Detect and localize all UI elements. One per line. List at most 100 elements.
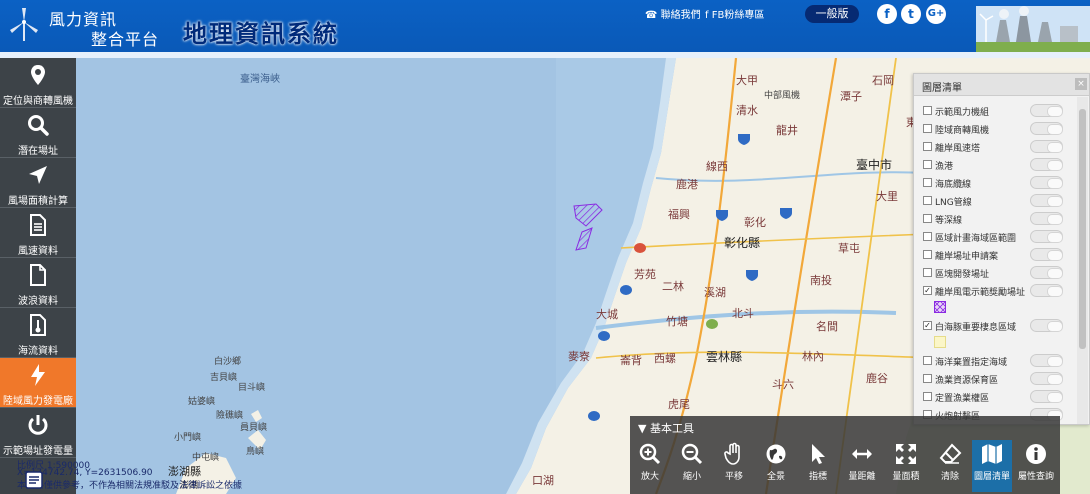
basic-toolbar: ▼ 基本工具 放大 縮小 平移 全景 指標 量距離 量面積 清除 圖層清單 屬性… <box>630 416 1060 494</box>
layer-opacity-toggle[interactable] <box>1030 212 1063 225</box>
layer-checkbox[interactable] <box>923 124 932 133</box>
layer-checkbox[interactable] <box>923 160 932 169</box>
layer-checkbox[interactable] <box>923 196 932 205</box>
layer-checkbox[interactable] <box>923 356 932 365</box>
layer-checkbox[interactable] <box>923 106 932 115</box>
layer-item[interactable]: ✓ 離岸風電示範獎勵場址 <box>914 283 1074 301</box>
layer-opacity-toggle[interactable] <box>1030 194 1063 207</box>
layer-item[interactable]: 等深線 <box>914 211 1074 229</box>
pointer-button[interactable]: 指標 <box>798 440 838 492</box>
search-icon <box>28 115 49 136</box>
measure-area-button[interactable]: 量面積 <box>886 440 926 492</box>
zoom-out-icon <box>681 443 703 465</box>
thermometer-file-icon <box>30 314 46 336</box>
fb-link-label: FB粉絲專區 <box>711 10 765 21</box>
layer-item[interactable]: 海洋棄置指定海域 <box>914 353 1074 371</box>
layer-opacity-toggle[interactable] <box>1030 230 1063 243</box>
arrow-icon <box>29 166 47 184</box>
attribute-query-button[interactable]: 屬性查詢 <box>1016 440 1056 492</box>
scrollbar-thumb[interactable] <box>1079 109 1086 349</box>
hand-icon <box>724 442 740 465</box>
sidebar-item-wind-speed[interactable]: 風速資料 <box>0 208 76 258</box>
full-extent-button[interactable]: 全景 <box>756 440 796 492</box>
layer-name: 白海豚重要棲息區域 <box>935 323 1017 333</box>
google-plus-button[interactable]: G+ <box>926 4 946 24</box>
layer-item[interactable]: 離岸場址申請案 <box>914 247 1074 265</box>
sidebar-item-area-calc[interactable]: 風場面積計算 <box>0 158 76 208</box>
sidebar-item-current[interactable]: 海流資料 <box>0 308 76 358</box>
mode-button[interactable]: 一般版 <box>805 5 859 23</box>
layer-opacity-toggle[interactable] <box>1030 372 1063 385</box>
sidebar-item-wave[interactable]: 波浪資料 <box>0 258 76 308</box>
tool-label: 放大 <box>640 472 659 482</box>
layer-item[interactable]: 陸域商轉風機 <box>914 121 1074 139</box>
layer-item[interactable]: 示範風力機組 <box>914 103 1074 121</box>
layer-list-button[interactable]: 圖層清單 <box>972 440 1012 492</box>
layer-opacity-toggle[interactable] <box>1030 354 1063 367</box>
layer-name: 離岸場址申請案 <box>935 252 999 262</box>
layer-name: LNG管線 <box>935 198 972 208</box>
layer-opacity-toggle[interactable] <box>1030 122 1063 135</box>
layer-checkbox[interactable] <box>923 232 932 241</box>
layer-item[interactable]: 區域計畫海域區範圍 <box>914 229 1074 247</box>
tool-label: 量距離 <box>848 472 876 482</box>
layer-checkbox-checked[interactable]: ✓ <box>923 286 932 295</box>
pan-button[interactable]: 平移 <box>714 440 754 492</box>
sidebar-item-label: 定位與商轉風機 <box>3 96 73 107</box>
layer-item[interactable]: LNG管線 <box>914 193 1074 211</box>
sidebar-item-demo-output[interactable]: 示範場址發電量 <box>0 408 76 458</box>
layer-opacity-toggle[interactable] <box>1030 104 1063 117</box>
sidebar-item-label: 潛在場址 <box>18 146 58 157</box>
tool-label: 圖層清單 <box>973 472 1010 482</box>
layer-checkbox[interactable] <box>923 374 932 383</box>
fb-fan-link[interactable]: f FB粉絲專區 <box>705 6 764 21</box>
layer-opacity-toggle[interactable] <box>1030 176 1063 189</box>
layer-opacity-toggle[interactable] <box>1030 284 1063 297</box>
layer-checkbox[interactable] <box>923 250 932 259</box>
page-title: 地理資訊系統 <box>183 19 339 48</box>
layer-checkbox[interactable] <box>923 178 932 187</box>
layer-name: 漁業資源保育區 <box>935 376 999 386</box>
layer-panel-header: 圖層清單 × <box>914 74 1089 96</box>
layer-item[interactable]: 海底纜線 <box>914 175 1074 193</box>
layer-item[interactable]: 漁業資源保育區 <box>914 371 1074 389</box>
clear-button[interactable]: 清除 <box>930 440 970 492</box>
layer-panel-title: 圖層清單 <box>922 83 962 94</box>
layer-checkbox[interactable] <box>923 214 932 223</box>
layer-opacity-toggle[interactable] <box>1030 158 1063 171</box>
tool-label: 指標 <box>808 472 827 482</box>
layer-item[interactable]: 定置漁業權區 <box>914 389 1074 407</box>
notes-icon[interactable] <box>24 470 44 490</box>
layer-opacity-toggle[interactable] <box>1030 248 1063 261</box>
layer-panel-scrollbar[interactable] <box>1077 97 1088 424</box>
close-icon[interactable]: × <box>1075 78 1087 90</box>
layer-checkbox-checked[interactable]: ✓ <box>923 321 932 330</box>
layer-item[interactable]: 漁港 <box>914 157 1074 175</box>
layer-item[interactable]: 離岸風速塔 <box>914 139 1074 157</box>
measure-distance-button[interactable]: 量距離 <box>842 440 882 492</box>
layer-name: 區域計畫海域區範圍 <box>935 234 1017 244</box>
layer-checkbox[interactable] <box>923 392 932 401</box>
sidebar-item-potential-sites[interactable]: 潛在場址 <box>0 108 76 158</box>
layer-item[interactable]: 區塊開發場址 <box>914 265 1074 283</box>
sidebar-item-turbine-location[interactable]: 定位與商轉風機 <box>0 58 76 108</box>
layer-name: 陸域商轉風機 <box>935 126 990 136</box>
layer-opacity-toggle[interactable] <box>1030 319 1063 332</box>
layer-opacity-toggle[interactable] <box>1030 140 1063 153</box>
zoom-in-button[interactable]: 放大 <box>630 440 670 492</box>
layer-opacity-toggle[interactable] <box>1030 266 1063 279</box>
twitter-button[interactable]: t <box>901 4 921 24</box>
tool-label: 平移 <box>724 472 743 482</box>
toolbar-heading[interactable]: ▼ 基本工具 <box>638 420 694 436</box>
zoom-out-button[interactable]: 縮小 <box>672 440 712 492</box>
contact-link[interactable]: ☎ 聯絡我們 <box>645 6 701 21</box>
layer-checkbox[interactable] <box>923 268 932 277</box>
layer-item[interactable]: ✓ 白海豚重要棲息區域 <box>914 318 1074 336</box>
layer-checkbox[interactable] <box>923 142 932 151</box>
facebook-button[interactable]: f <box>877 4 897 24</box>
logo-text-line2: 整合平台 <box>91 30 160 49</box>
sidebar-item-onshore-plant[interactable]: 陸域風力發電廠 <box>0 358 76 408</box>
wind-turbine-logo-icon <box>10 8 38 41</box>
info-icon <box>1026 444 1046 464</box>
layer-opacity-toggle[interactable] <box>1030 390 1063 403</box>
